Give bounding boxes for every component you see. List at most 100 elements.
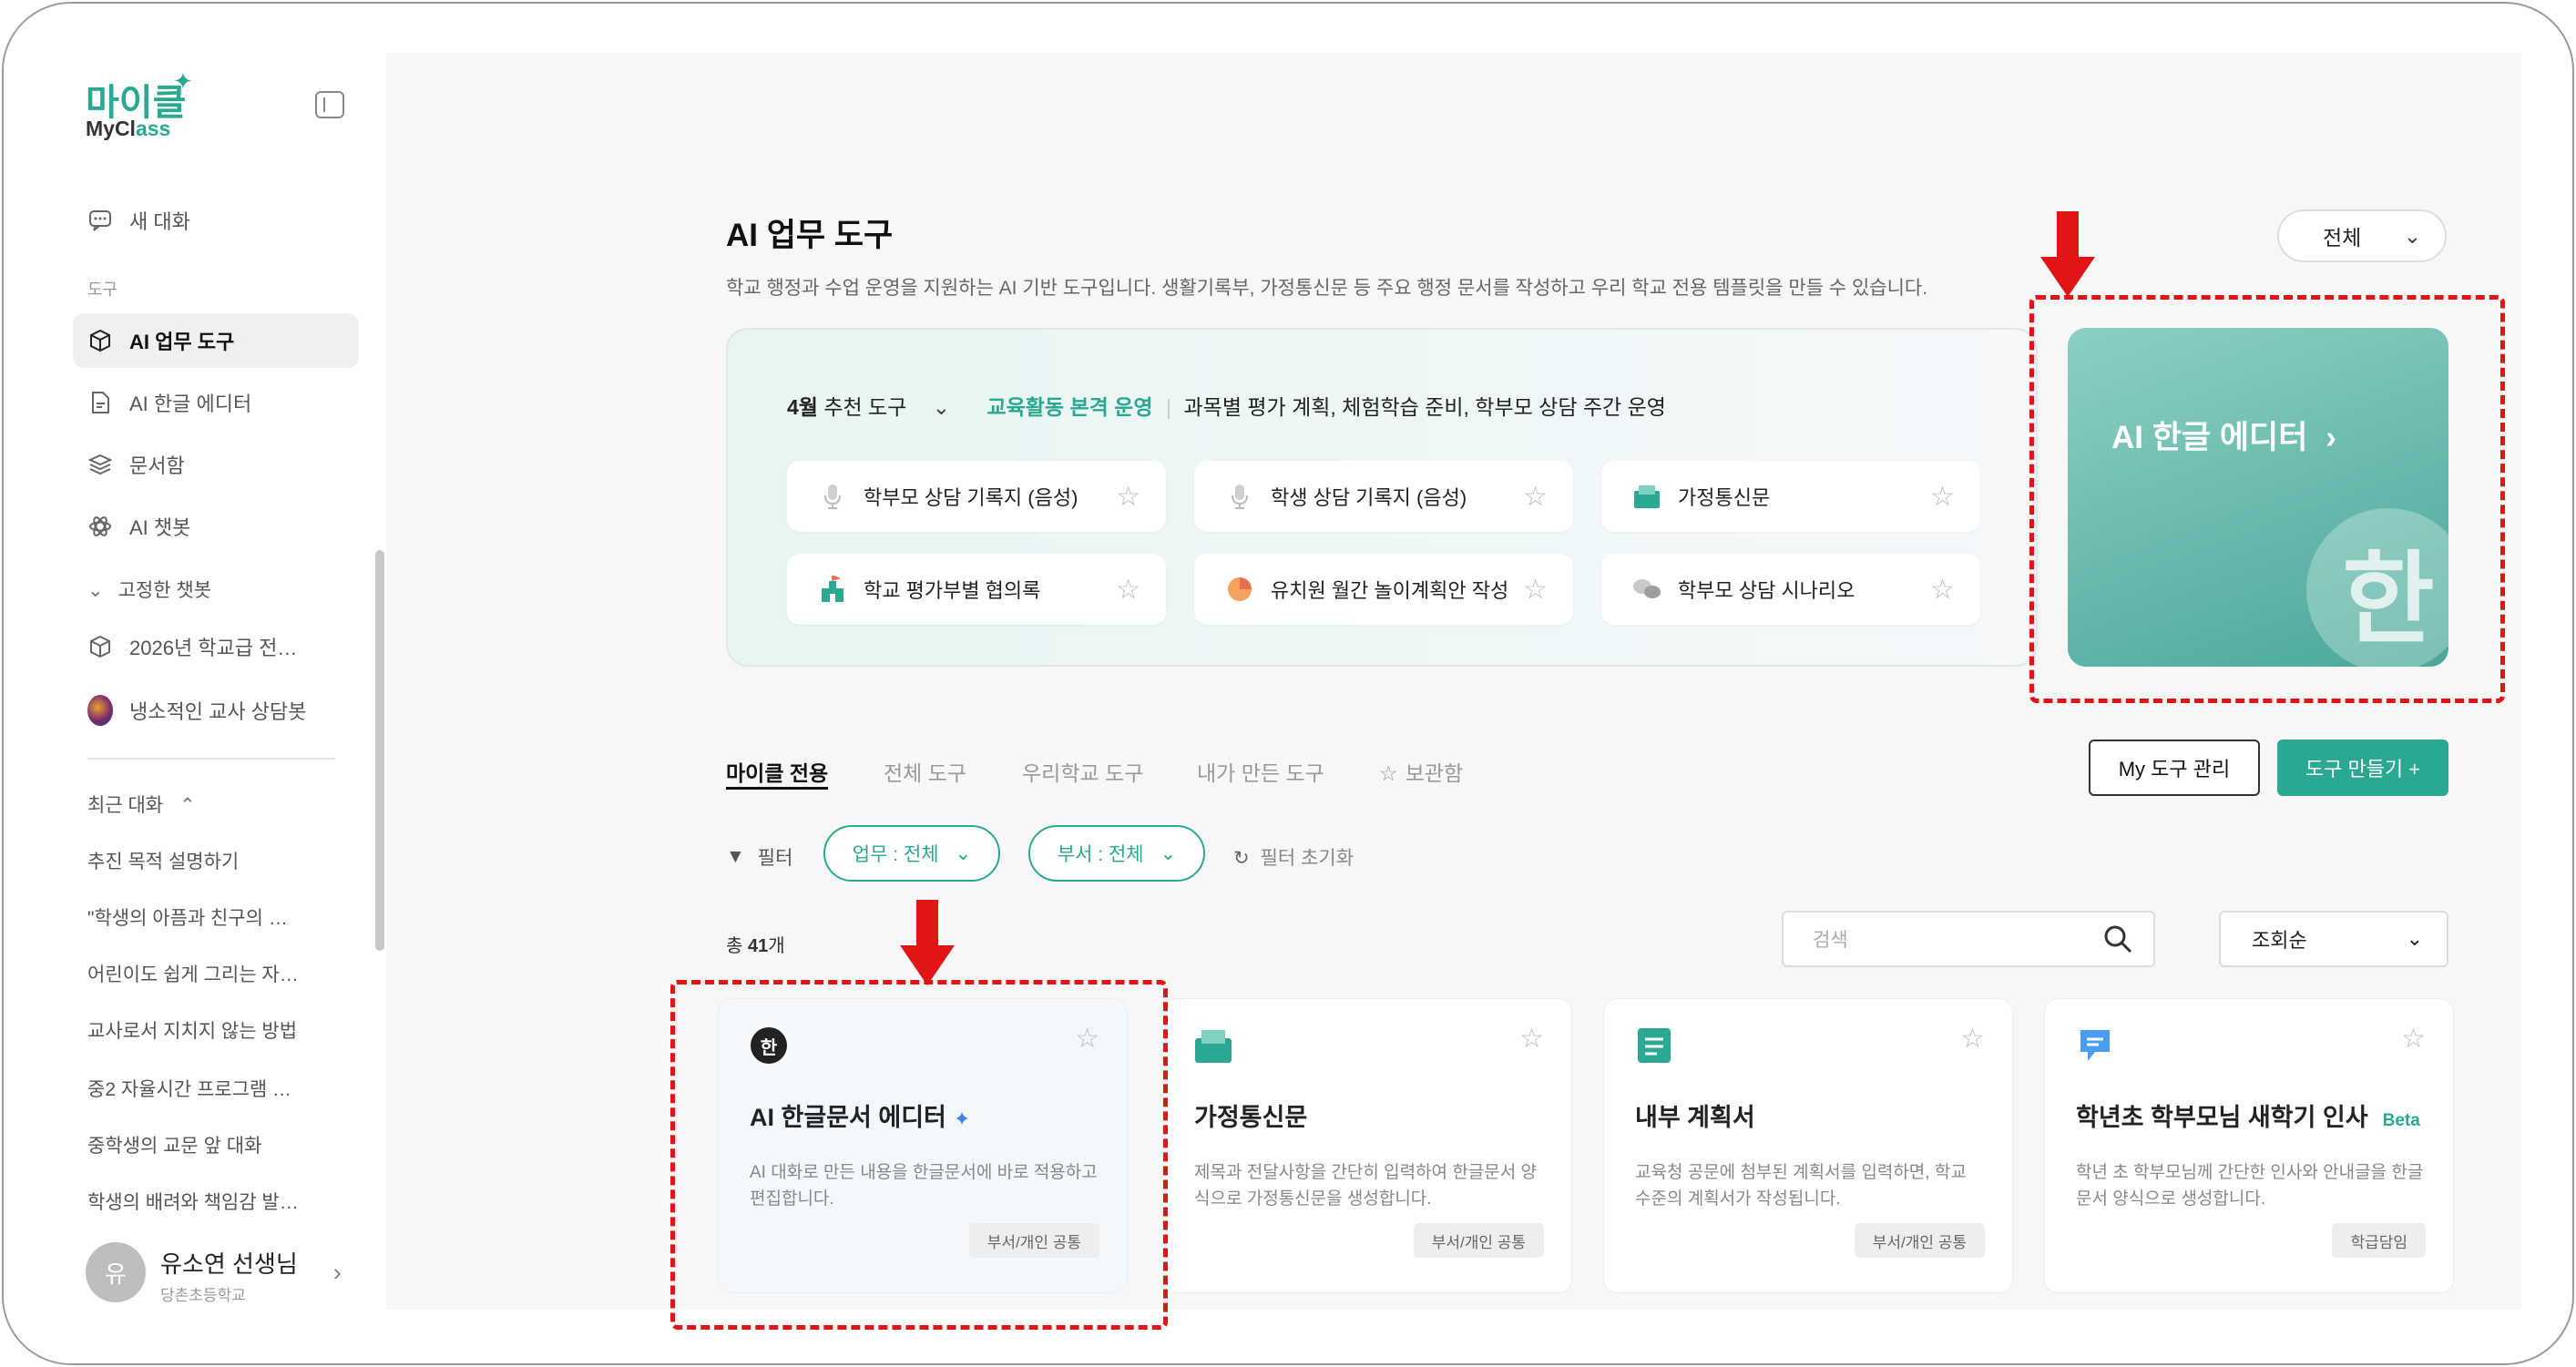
- sidebar-item-hangul-editor[interactable]: AI 한글 에디터: [73, 375, 359, 430]
- speech-icon: [2076, 1026, 2114, 1065]
- category-select[interactable]: 전체 ⌄: [2277, 209, 2447, 262]
- avatar[interactable]: 유: [86, 1242, 146, 1302]
- recent-chat-item[interactable]: 추진 목적 설명하기: [87, 847, 306, 874]
- user-school: 당촌초등학교: [160, 1287, 246, 1304]
- sidebar-scrollbar[interactable]: [375, 550, 384, 951]
- recommend-tool-item[interactable]: 학부모 상담 시나리오 ☆: [1601, 554, 1980, 625]
- beta-badge: Beta: [2382, 1111, 2420, 1130]
- star-icon[interactable]: ☆: [1523, 574, 1548, 606]
- recommend-tool-label: 학교 평가부별 협의록: [864, 579, 1041, 602]
- star-icon[interactable]: ☆: [1116, 481, 1140, 513]
- recent-chat-item[interactable]: 어린이도 쉽게 그리는 자…: [87, 960, 306, 987]
- tool-card-title: 학년초 학부모님 새학기 인사 Beta: [2076, 1104, 2420, 1131]
- chat-bubbles-icon: [1632, 575, 1661, 604]
- chevron-up-icon: ⌃: [179, 795, 196, 816]
- star-icon[interactable]: ☆: [1523, 481, 1548, 513]
- search-icon[interactable]: [2102, 923, 2133, 954]
- document-icon: [87, 390, 113, 415]
- recommend-tool-item[interactable]: 학교 평가부별 협의록 ☆: [787, 554, 1166, 625]
- search-input[interactable]: 검색: [1782, 911, 2155, 967]
- user-name[interactable]: 유소연 선생님: [160, 1246, 298, 1280]
- filter-icon: ▼: [726, 846, 745, 867]
- recommend-tool-item[interactable]: 학부모 상담 기록지 (음성) ☆: [787, 461, 1166, 532]
- recommend-tool-item[interactable]: 가정통신문 ☆: [1601, 461, 1980, 532]
- chevron-down-icon: ⌄: [87, 580, 104, 601]
- sort-select[interactable]: 조회순 ⌄: [2219, 911, 2448, 967]
- pinned-chatbot-item[interactable]: 2026년 학교급 전…: [73, 619, 359, 674]
- tool-card-title: 가정통신문: [1194, 1104, 1308, 1131]
- star-icon[interactable]: ☆: [1116, 574, 1140, 606]
- sidebar-item-ai-tools[interactable]: AI 업무 도구: [73, 313, 359, 368]
- tool-card-tag: 부서/개인 공통: [1413, 1223, 1544, 1258]
- tool-card-tag: 학급담임: [2332, 1223, 2426, 1258]
- logo-english: MyClass: [86, 117, 171, 140]
- annotation-highlight-box: [670, 980, 1168, 1330]
- layers-icon: [87, 452, 113, 477]
- total-count: 총 41개: [726, 936, 785, 956]
- banner-heading: 4월 추천 도구 ⌄ 교육활동 본격 운영 과목별 평가 계획, 체험학습 준비,…: [787, 395, 1666, 419]
- tab-school-tools[interactable]: 우리학교 도구: [1022, 756, 1143, 787]
- recommend-tool-label: 학부모 상담 기록지 (음성): [864, 486, 1078, 509]
- new-chat-button[interactable]: 새 대화: [73, 193, 359, 248]
- pinned-chatbot-label: 2026년 학교급 전…: [129, 637, 298, 659]
- chatbot-avatar-icon: [87, 695, 113, 726]
- star-icon[interactable]: ☆: [1930, 481, 1955, 513]
- annotation-highlight-box: [2029, 295, 2505, 703]
- dept-filter-dropdown[interactable]: 부서 : 전체 ⌄: [1028, 825, 1205, 882]
- recommend-tool-item[interactable]: 유치원 월간 놀이계획안 작성 ☆: [1194, 554, 1573, 625]
- tab-my-tools[interactable]: 내가 만든 도구: [1197, 756, 1324, 787]
- tool-card-title: 내부 계획서: [1635, 1104, 1755, 1131]
- sidebar-item-label: AI 업무 도구: [129, 331, 235, 353]
- star-icon: ☆: [1379, 761, 1398, 785]
- annotation-arrow-icon: [900, 900, 955, 985]
- section-tools-label: 도구: [87, 281, 118, 299]
- recent-chat-item[interactable]: 중2 자율시간 프로그램 …: [87, 1075, 306, 1102]
- pinned-chatbot-label: 냉소적인 교사 상담봇: [129, 700, 307, 723]
- chevron-down-icon: ⌄: [2406, 927, 2423, 950]
- tool-card[interactable]: ☆ 학년초 학부모님 새학기 인사 Beta 학년 초 학부모님께 간단한 인사와…: [2044, 998, 2454, 1293]
- chat-icon: [87, 208, 113, 233]
- star-icon[interactable]: ☆: [1930, 574, 1955, 606]
- my-tools-manage-button[interactable]: My 도구 관리: [2089, 740, 2260, 796]
- chevron-down-icon[interactable]: ⌄: [933, 395, 950, 419]
- tab-all-tools[interactable]: 전체 도구: [884, 756, 966, 787]
- filter-reset-button[interactable]: ↻ 필터 초기화: [1233, 843, 1354, 871]
- recommend-tool-label: 가정통신문: [1678, 486, 1771, 509]
- sidebar-item-documents[interactable]: 문서함: [73, 437, 359, 492]
- filter-label: ▼ 필터: [726, 846, 793, 869]
- recent-chat-item[interactable]: 중학생의 교문 앞 대화: [87, 1131, 306, 1158]
- recent-chat-item[interactable]: 학생의 배려와 책임감 발…: [87, 1188, 306, 1215]
- collapse-sidebar-icon[interactable]: [315, 91, 344, 118]
- recommend-tool-label: 학부모 상담 시나리오: [1678, 579, 1855, 602]
- sidebar-item-chatbot[interactable]: AI 챗봇: [73, 499, 359, 554]
- microphone-icon: [818, 482, 847, 511]
- recommend-tool-item[interactable]: 학생 상담 기록지 (음성) ☆: [1194, 461, 1573, 532]
- recommend-tool-label: 유치원 월간 놀이계획안 작성: [1271, 579, 1509, 602]
- microphone-icon: [1225, 482, 1254, 511]
- pinned-chatbot-item[interactable]: 냉소적인 교사 상담봇: [73, 683, 359, 738]
- banner-highlight: 교육활동 본격 운영: [986, 395, 1153, 419]
- work-filter-dropdown[interactable]: 업무 : 전체 ⌄: [823, 825, 1000, 882]
- cube-icon: [87, 634, 113, 659]
- sidebar-item-label: AI 한글 에디터: [129, 393, 252, 415]
- tab-myclass-only[interactable]: 마이클 전용: [726, 756, 828, 787]
- tool-card[interactable]: ☆ 내부 계획서 교육청 공문에 첨부된 계획서를 입력하면, 학교 수준의 계…: [1603, 998, 2013, 1293]
- recent-chat-item[interactable]: 교사로서 지치지 않는 방법: [87, 1016, 306, 1044]
- newsletter-icon: [1632, 482, 1661, 511]
- star-icon[interactable]: ☆: [1960, 1023, 1985, 1055]
- newsletter-icon: [1194, 1026, 1232, 1065]
- tab-archive[interactable]: ☆ 보관함: [1379, 756, 1463, 787]
- sidebar: 마이클 ✦ MyClass 새 대화 도구 AI 업무 도구 AI 한글 에디터…: [4, 4, 386, 1363]
- atom-icon: [87, 514, 113, 539]
- star-icon[interactable]: ☆: [1519, 1023, 1544, 1055]
- pinned-chatbots-toggle[interactable]: ⌄ 고정한 챗봇: [87, 576, 211, 603]
- tool-card[interactable]: ☆ 가정통신문 제목과 전달사항을 간단히 입력하여 한글문서 양식으로 가정통…: [1162, 998, 1572, 1293]
- make-tool-button[interactable]: 도구 만들기 +: [2277, 740, 2448, 796]
- recent-chat-item[interactable]: "학생의 아픔과 친구의 …: [87, 903, 306, 931]
- chevron-down-icon: ⌄: [2403, 223, 2421, 248]
- recent-chats-toggle[interactable]: 최근 대화 ⌃: [87, 791, 196, 818]
- chevron-right-icon[interactable]: ›: [333, 1259, 342, 1287]
- recommend-tool-label: 학생 상담 기록지 (음성): [1271, 486, 1467, 509]
- sparkle-icon: ✦: [173, 67, 193, 95]
- star-icon[interactable]: ☆: [2401, 1023, 2426, 1055]
